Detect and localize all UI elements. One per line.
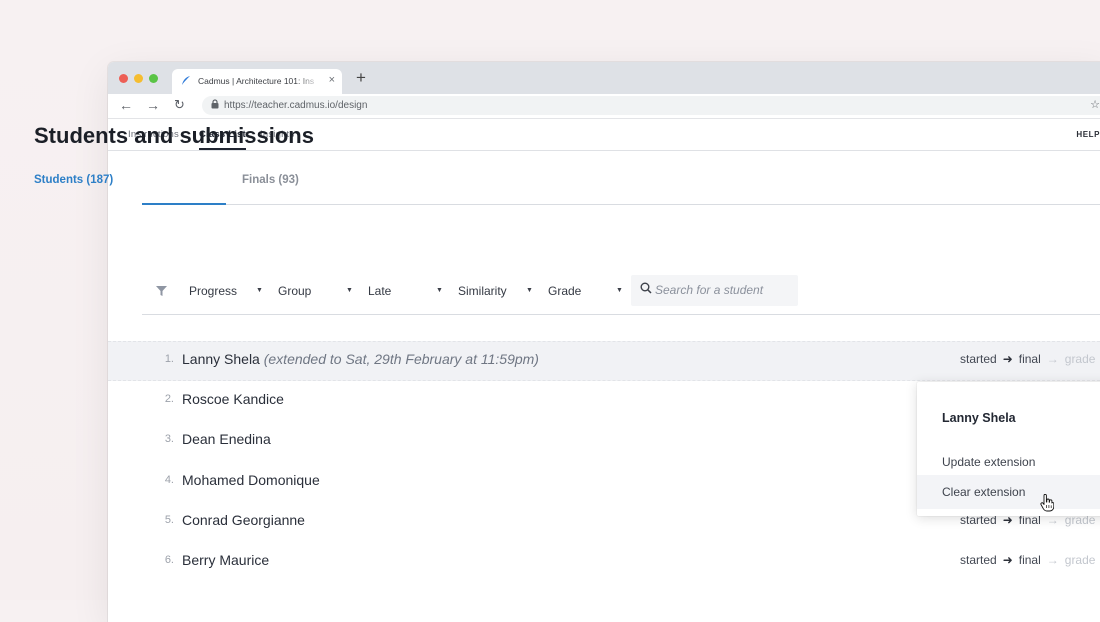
filter-icon[interactable] [156, 286, 167, 299]
arrow-icon: → [1046, 553, 1059, 567]
student-name[interactable]: Mohamed Domonique [182, 472, 320, 488]
filter-late[interactable]: Late [368, 284, 391, 298]
clear-extension-item[interactable]: Clear extension [917, 475, 1100, 509]
row-number: 6. [164, 554, 174, 566]
back-icon[interactable]: ← [119, 97, 133, 113]
row-number: 3. [164, 433, 174, 445]
tabs-divider [142, 204, 1100, 205]
menu-item-label: Update extension [942, 455, 1036, 469]
caret-down-icon[interactable]: ▼ [526, 287, 533, 294]
arrow-icon: ➜ [1002, 553, 1013, 567]
bookmark-star-icon[interactable]: ☆ [1090, 98, 1100, 111]
student-name[interactable]: Berry Maurice [182, 552, 269, 568]
reload-icon[interactable]: ↻ [174, 97, 185, 113]
filter-grade[interactable]: Grade [548, 284, 581, 298]
search-box[interactable] [631, 275, 798, 306]
tab-title: Cadmus | Architecture 101: Ins [198, 76, 322, 86]
arrow-icon: ➜ [1002, 352, 1013, 366]
filters-divider [142, 314, 1100, 315]
table-row[interactable]: 1. Lanny Shela (extended to Sat, 29th Fe… [108, 340, 1100, 380]
filter-progress[interactable]: Progress [189, 284, 237, 298]
search-input[interactable] [655, 283, 793, 297]
status-final: final [1018, 352, 1041, 366]
row-number: 1. [164, 353, 174, 365]
status-grade: grade [1064, 553, 1096, 567]
tab-finals[interactable]: Finals (93) [242, 174, 299, 186]
row-number: 2. [164, 393, 174, 405]
status-started: started [960, 352, 997, 366]
maximize-window-button[interactable] [149, 74, 158, 83]
url-text[interactable]: https://teacher.cadmus.io/design [224, 100, 367, 111]
popover-title: Lanny Shela [942, 411, 1016, 425]
status-grade: grade [1064, 352, 1096, 366]
student-name-text: Lanny Shela [182, 351, 260, 367]
update-extension-item[interactable]: Update extension [917, 445, 1100, 479]
new-tab-button[interactable]: + [356, 68, 366, 88]
caret-down-icon[interactable]: ▼ [346, 287, 353, 294]
browser-tab[interactable]: Cadmus | Architecture 101: Ins × [172, 69, 342, 94]
page-title: Students and submissions [34, 123, 314, 148]
tab-students[interactable]: Students (187) [34, 174, 113, 186]
row-number: 5. [164, 514, 174, 526]
student-name[interactable]: Conrad Georgianne [182, 512, 305, 528]
tab-close-icon[interactable]: × [329, 74, 335, 86]
lock-icon [211, 99, 219, 111]
status-final: final [1018, 553, 1041, 567]
feather-icon [181, 75, 191, 89]
caret-down-icon[interactable]: ▼ [436, 287, 443, 294]
caret-down-icon[interactable]: ▼ [616, 287, 623, 294]
help-menu[interactable]: HELP + [1076, 130, 1100, 139]
close-window-button[interactable] [119, 74, 128, 83]
filter-similarity[interactable]: Similarity [458, 284, 507, 298]
address-bar[interactable]: https://teacher.cadmus.io/design ☆ [202, 96, 1100, 115]
minimize-window-button[interactable] [134, 74, 143, 83]
progress-status: started ➜ final → grade [960, 352, 1095, 366]
student-name[interactable]: Lanny Shela (extended to Sat, 29th Febru… [182, 351, 539, 367]
row-number: 4. [164, 474, 174, 486]
forward-icon[interactable]: → [146, 97, 160, 113]
arrow-icon: → [1046, 352, 1059, 366]
student-name[interactable]: Dean Enedina [182, 431, 271, 447]
browser-toolbar: ← → ↻ https://teacher.cadmus.io/design ☆ [108, 94, 1100, 119]
hand-cursor-icon [1040, 493, 1055, 516]
filter-group[interactable]: Group [278, 284, 311, 298]
tab-strip: Cadmus | Architecture 101: Ins × + [108, 62, 1100, 94]
caret-down-icon[interactable]: ▼ [256, 287, 263, 294]
menu-item-label: Clear extension [942, 485, 1026, 499]
table-row[interactable]: 6. Berry Maurice started ➜ final → grade [108, 541, 1100, 581]
search-icon [640, 282, 652, 297]
student-actions-popover: Lanny Shela Update extension Clear exten… [917, 382, 1100, 516]
student-name[interactable]: Roscoe Kandice [182, 391, 284, 407]
progress-status: started ➜ final → grade [960, 553, 1095, 567]
status-started: started [960, 553, 997, 567]
tab-active-indicator [142, 203, 226, 205]
extension-note: (extended to Sat, 29th February at 11:59… [263, 351, 539, 367]
